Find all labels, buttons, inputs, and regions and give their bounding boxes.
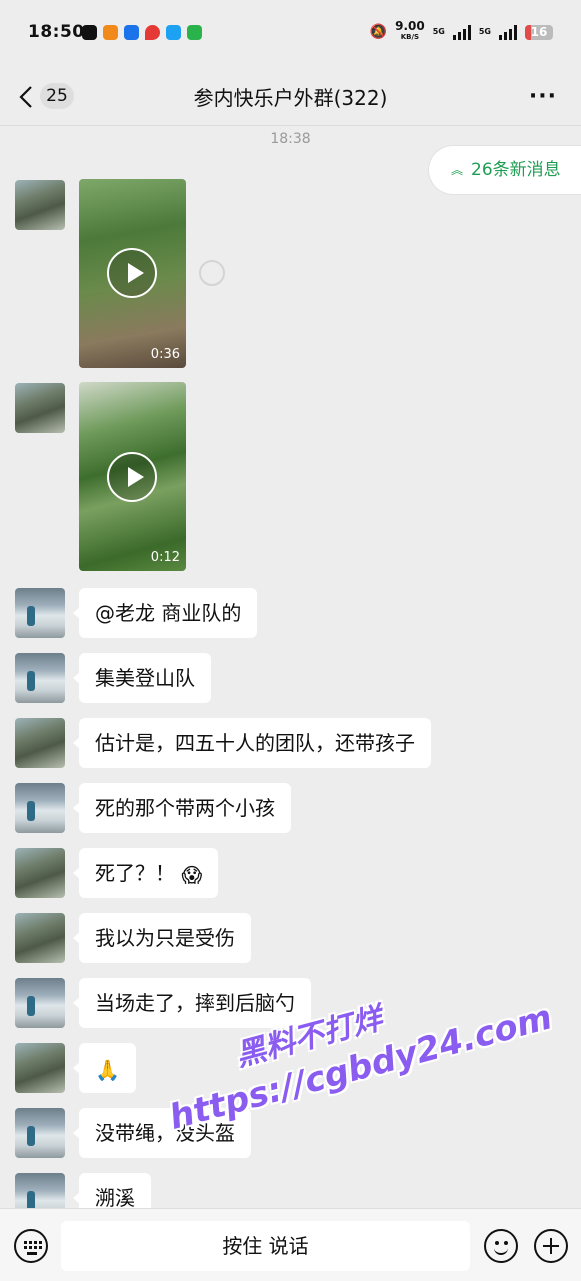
emoji-message-bubble[interactable]: 🙏 [73, 1043, 136, 1093]
new-messages-button[interactable]: ︽ 26条新消息 [429, 146, 581, 194]
text-message-bubble[interactable]: 集美登山队 [73, 653, 211, 703]
sender-avatar[interactable] [15, 978, 65, 1028]
chat-title: 参内快乐户外群(322) [193, 86, 388, 110]
app-notification-icon [166, 25, 181, 40]
folded-hands-emoji-icon: 🙏 [95, 1057, 120, 1082]
mute-icon: 🔕 [369, 24, 388, 40]
app-notification-icon [82, 25, 97, 40]
sender-avatar[interactable] [15, 783, 65, 833]
sender-avatar[interactable] [15, 1043, 65, 1093]
play-icon[interactable] [107, 248, 157, 298]
sender-avatar[interactable] [15, 1108, 65, 1158]
loading-spinner-icon [199, 260, 225, 286]
hold-to-talk-button[interactable]: 按住 说话 [61, 1221, 470, 1271]
plus-icon[interactable] [534, 1229, 568, 1263]
location-icon [145, 25, 160, 40]
input-bar: 按住 说话 [0, 1208, 581, 1281]
message-text: 死了？！ [95, 861, 175, 885]
status-bar: 18:50 🔕 9.00 KB/S 5G 5G 16 [0, 0, 581, 70]
scream-emoji-icon: 😱 [181, 862, 203, 887]
network-type-1: 5G [432, 27, 445, 36]
chat-header: 25 参内快乐户外群(322) ··· [0, 70, 581, 126]
text-message-bubble[interactable]: 死的那个带两个小孩 [73, 783, 291, 833]
double-chevron-up-icon: ︽ [451, 163, 464, 177]
sender-avatar[interactable] [15, 718, 65, 768]
sender-avatar[interactable] [15, 180, 65, 230]
signal-icon [452, 24, 471, 40]
more-options-icon[interactable]: ··· [529, 84, 557, 109]
sender-avatar[interactable] [15, 913, 65, 963]
app-notification-icon [187, 25, 202, 40]
app-notification-icon [103, 25, 118, 40]
status-right: 🔕 9.00 KB/S 5G 5G 16 [369, 19, 553, 42]
play-icon[interactable] [107, 452, 157, 502]
sender-avatar[interactable] [15, 653, 65, 703]
video-duration: 0:36 [150, 347, 180, 362]
app-notification-icon [124, 25, 139, 40]
text-message-bubble[interactable]: @老龙 商业队的 [72, 588, 258, 638]
battery-icon: 16 [525, 24, 553, 40]
text-message-bubble[interactable]: 估计是，四五十人的团队，还带孩子 [73, 718, 431, 768]
sender-avatar[interactable] [15, 383, 65, 433]
text-message-bubble[interactable]: 我以为只是受伤 [73, 913, 251, 963]
keyboard-icon[interactable] [14, 1229, 48, 1263]
text-message-bubble[interactable]: 死了？！ 😱 [72, 848, 219, 898]
video-message[interactable]: 0:36 [79, 179, 186, 368]
signal-icon [499, 24, 517, 40]
video-duration: 0:12 [150, 550, 180, 565]
network-speed: 9.00 KB/S [395, 19, 425, 41]
status-time: 18:50 [28, 22, 85, 42]
emoji-icon[interactable] [484, 1229, 518, 1263]
message-timestamp: 18:38 [270, 131, 311, 147]
network-type-2: 5G [478, 27, 491, 36]
video-message[interactable]: 0:12 [79, 382, 186, 571]
sender-avatar[interactable] [15, 588, 65, 638]
sender-avatar[interactable] [15, 848, 65, 898]
notification-icons [82, 25, 202, 40]
new-messages-label: 26条新消息 [471, 160, 561, 180]
